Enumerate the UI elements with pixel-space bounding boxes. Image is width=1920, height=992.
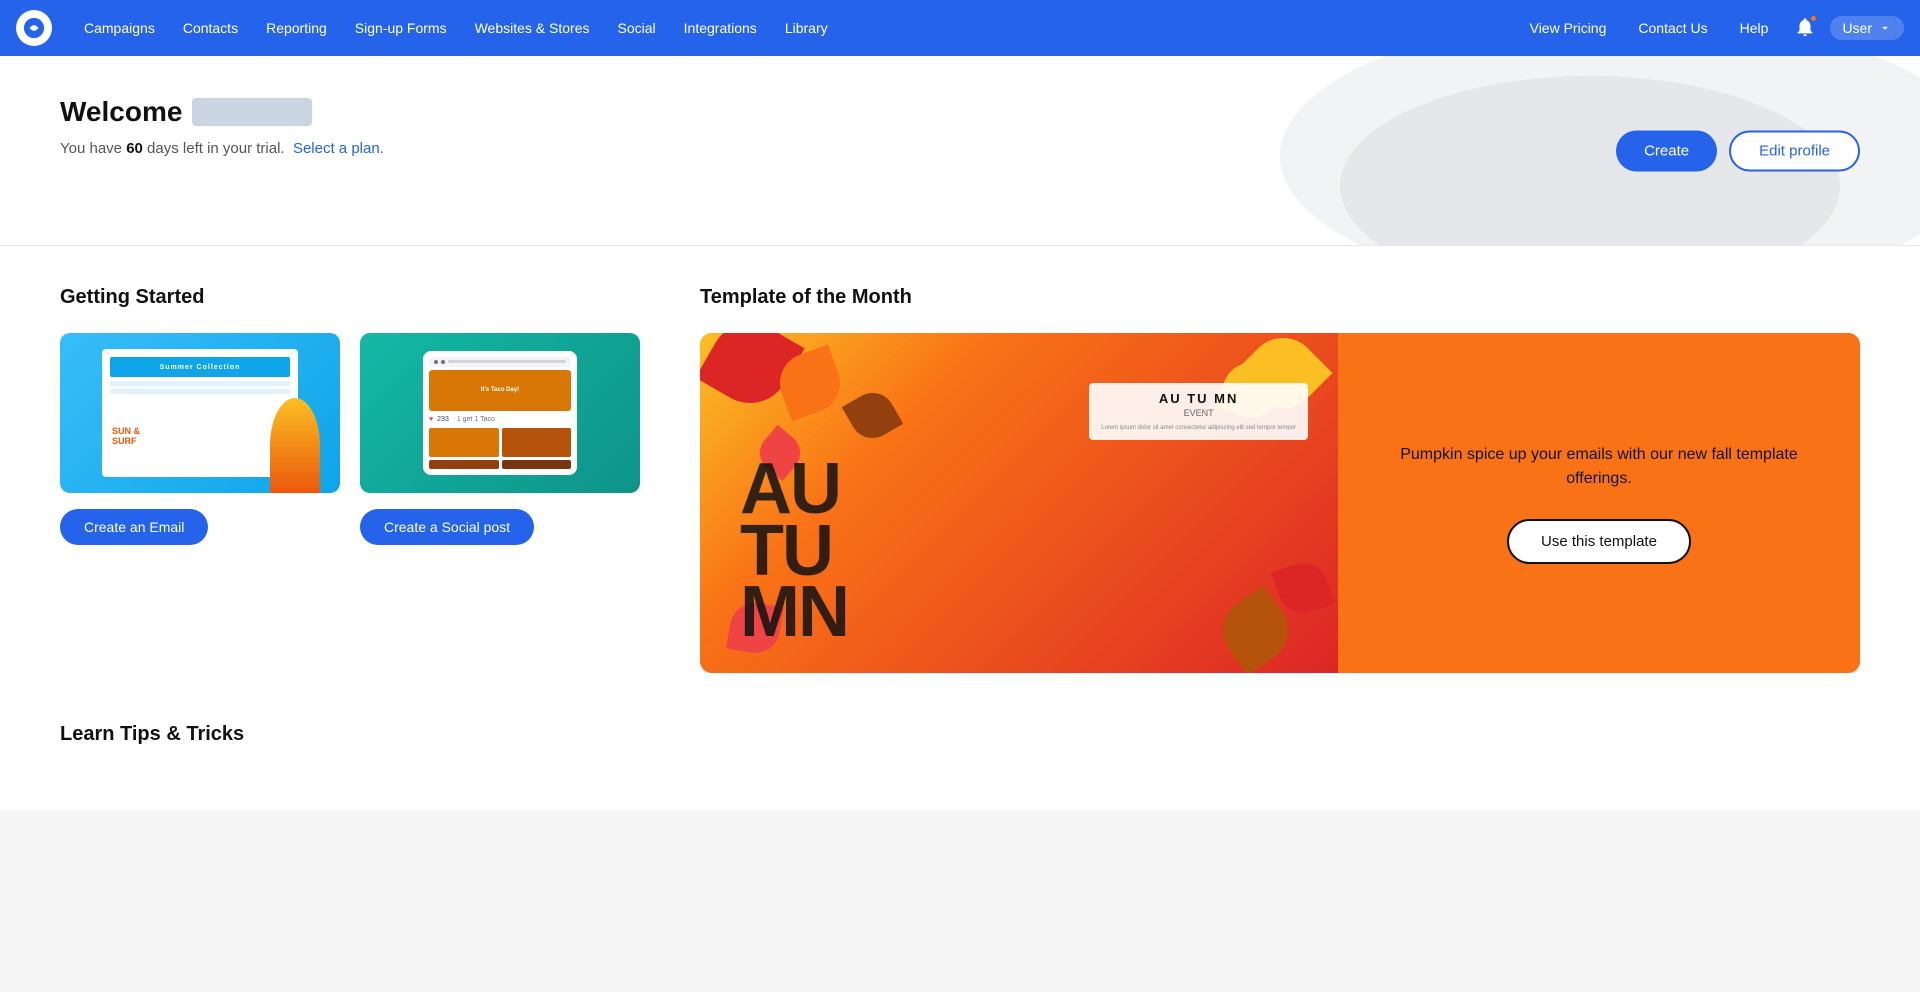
email-preview-header-text: Summer Collection xyxy=(160,364,241,371)
nav-integrations[interactable]: Integrations xyxy=(672,14,769,42)
edit-profile-button[interactable]: Edit profile xyxy=(1729,130,1860,171)
navbar-right-items: View Pricing Contact Us Help User xyxy=(1518,10,1904,47)
taco-promo: 1 get 1 Taco xyxy=(457,416,495,423)
social-top-bar xyxy=(429,357,571,367)
user-name-label: User xyxy=(1842,20,1872,36)
welcome-text: Welcome xyxy=(60,96,182,128)
user-menu-button[interactable]: User xyxy=(1830,16,1904,40)
heart-icon: ♥ xyxy=(429,416,433,423)
sections-row: Getting Started Summer Collection xyxy=(60,286,1860,673)
select-plan-link[interactable]: Select a plan. xyxy=(293,140,384,157)
person-shape xyxy=(270,398,320,493)
social-dot2 xyxy=(441,360,445,364)
trial-info: You have 60 days left in your trial. Sel… xyxy=(60,140,1860,157)
hero-section: Welcome You have 60 days left in your tr… xyxy=(0,56,1920,246)
nav-websites-stores[interactable]: Websites & Stores xyxy=(463,14,602,42)
create-social-button[interactable]: Create a Social post xyxy=(360,509,534,545)
social-grid-3 xyxy=(429,460,499,469)
trial-days: 60 xyxy=(126,140,143,157)
hero-content: Welcome You have 60 days left in your tr… xyxy=(60,96,1860,157)
email-person xyxy=(270,398,320,493)
nav-contacts[interactable]: Contacts xyxy=(171,14,250,42)
email-preview: Summer Collection SUN &SURF xyxy=(60,333,340,493)
nav-signup-forms[interactable]: Sign-up Forms xyxy=(343,14,459,42)
social-grid xyxy=(429,428,571,469)
template-card: AUTUMN AU TU MN EVENT Lorem ipsum dolor … xyxy=(700,333,1860,673)
email-line-2 xyxy=(110,389,290,394)
autumn-event-box: AU TU MN EVENT Lorem ipsum dolor sit ame… xyxy=(1089,383,1308,440)
username-blurred xyxy=(192,98,312,126)
social-dot1 xyxy=(434,360,438,364)
template-image: AUTUMN AU TU MN EVENT Lorem ipsum dolor … xyxy=(700,333,1338,673)
social-taco-text: It's Taco Day! xyxy=(481,387,519,393)
welcome-heading: Welcome xyxy=(60,96,1860,128)
social-grid-4 xyxy=(502,460,572,469)
autumn-event-detail: Lorem ipsum dolor sit amet consectetur a… xyxy=(1101,424,1296,432)
notification-button[interactable] xyxy=(1788,10,1822,47)
template-description: Pumpkin spice up your emails with our ne… xyxy=(1368,443,1830,491)
surf-text: SUN &SURF xyxy=(112,427,140,447)
notification-dot xyxy=(1809,14,1818,23)
social-card-image: It's Taco Day! ♥ 233 1 get 1 Taco xyxy=(360,333,640,493)
gs-cards: Summer Collection SUN &SURF xyxy=(60,333,640,545)
nav-social[interactable]: Social xyxy=(606,14,668,42)
learn-tips-title: Learn Tips & Tricks xyxy=(60,723,1860,746)
email-preview-header: Summer Collection xyxy=(110,357,290,377)
autumn-event-title: AU TU MN xyxy=(1101,391,1296,406)
autumn-event-sub: EVENT xyxy=(1101,408,1296,418)
create-button[interactable]: Create xyxy=(1616,130,1717,171)
learn-tips-section: Learn Tips & Tricks xyxy=(60,723,1860,746)
like-count: 233 xyxy=(437,416,449,423)
nav-view-pricing[interactable]: View Pricing xyxy=(1518,14,1619,42)
leaf-6 xyxy=(842,385,903,446)
navbar-left-items: Campaigns Contacts Reporting Sign-up For… xyxy=(72,14,1518,42)
nav-reporting[interactable]: Reporting xyxy=(254,14,339,42)
nav-contact-us[interactable]: Contact Us xyxy=(1626,14,1719,42)
email-card-image: Summer Collection SUN &SURF xyxy=(60,333,340,493)
getting-started-title: Getting Started xyxy=(60,286,640,309)
nav-help[interactable]: Help xyxy=(1728,14,1781,42)
social-preview: It's Taco Day! ♥ 233 1 get 1 Taco xyxy=(360,333,640,493)
main-content: Getting Started Summer Collection xyxy=(0,246,1920,810)
email-card: Summer Collection SUN &SURF xyxy=(60,333,340,545)
social-phone-preview: It's Taco Day! ♥ 233 1 get 1 Taco xyxy=(423,351,577,476)
template-month-section: Template of the Month xyxy=(700,286,1860,673)
social-grid-2 xyxy=(502,428,572,457)
social-grid-1 xyxy=(429,428,499,457)
nav-campaigns[interactable]: Campaigns xyxy=(72,14,167,42)
template-info: Pumpkin spice up your emails with our ne… xyxy=(1338,333,1860,673)
social-card: It's Taco Day! ♥ 233 1 get 1 Taco xyxy=(360,333,640,545)
autumn-background: AUTUMN AU TU MN EVENT Lorem ipsum dolor … xyxy=(700,333,1338,673)
social-bar-line xyxy=(448,360,566,363)
use-template-button[interactable]: Use this template xyxy=(1507,519,1691,564)
email-line-1 xyxy=(110,381,290,386)
app-logo[interactable] xyxy=(16,10,52,46)
social-stats: ♥ 233 1 get 1 Taco xyxy=(429,414,571,425)
social-food-image: It's Taco Day! xyxy=(429,370,571,411)
getting-started-section: Getting Started Summer Collection xyxy=(60,286,640,545)
create-email-button[interactable]: Create an Email xyxy=(60,509,208,545)
hero-actions: Create Edit profile xyxy=(1616,130,1860,171)
autumn-text: AUTUMN xyxy=(740,459,848,643)
template-month-title: Template of the Month xyxy=(700,286,1860,309)
navbar: Campaigns Contacts Reporting Sign-up For… xyxy=(0,0,1920,56)
email-inner-preview: Summer Collection SUN &SURF xyxy=(102,349,298,477)
nav-library[interactable]: Library xyxy=(773,14,840,42)
